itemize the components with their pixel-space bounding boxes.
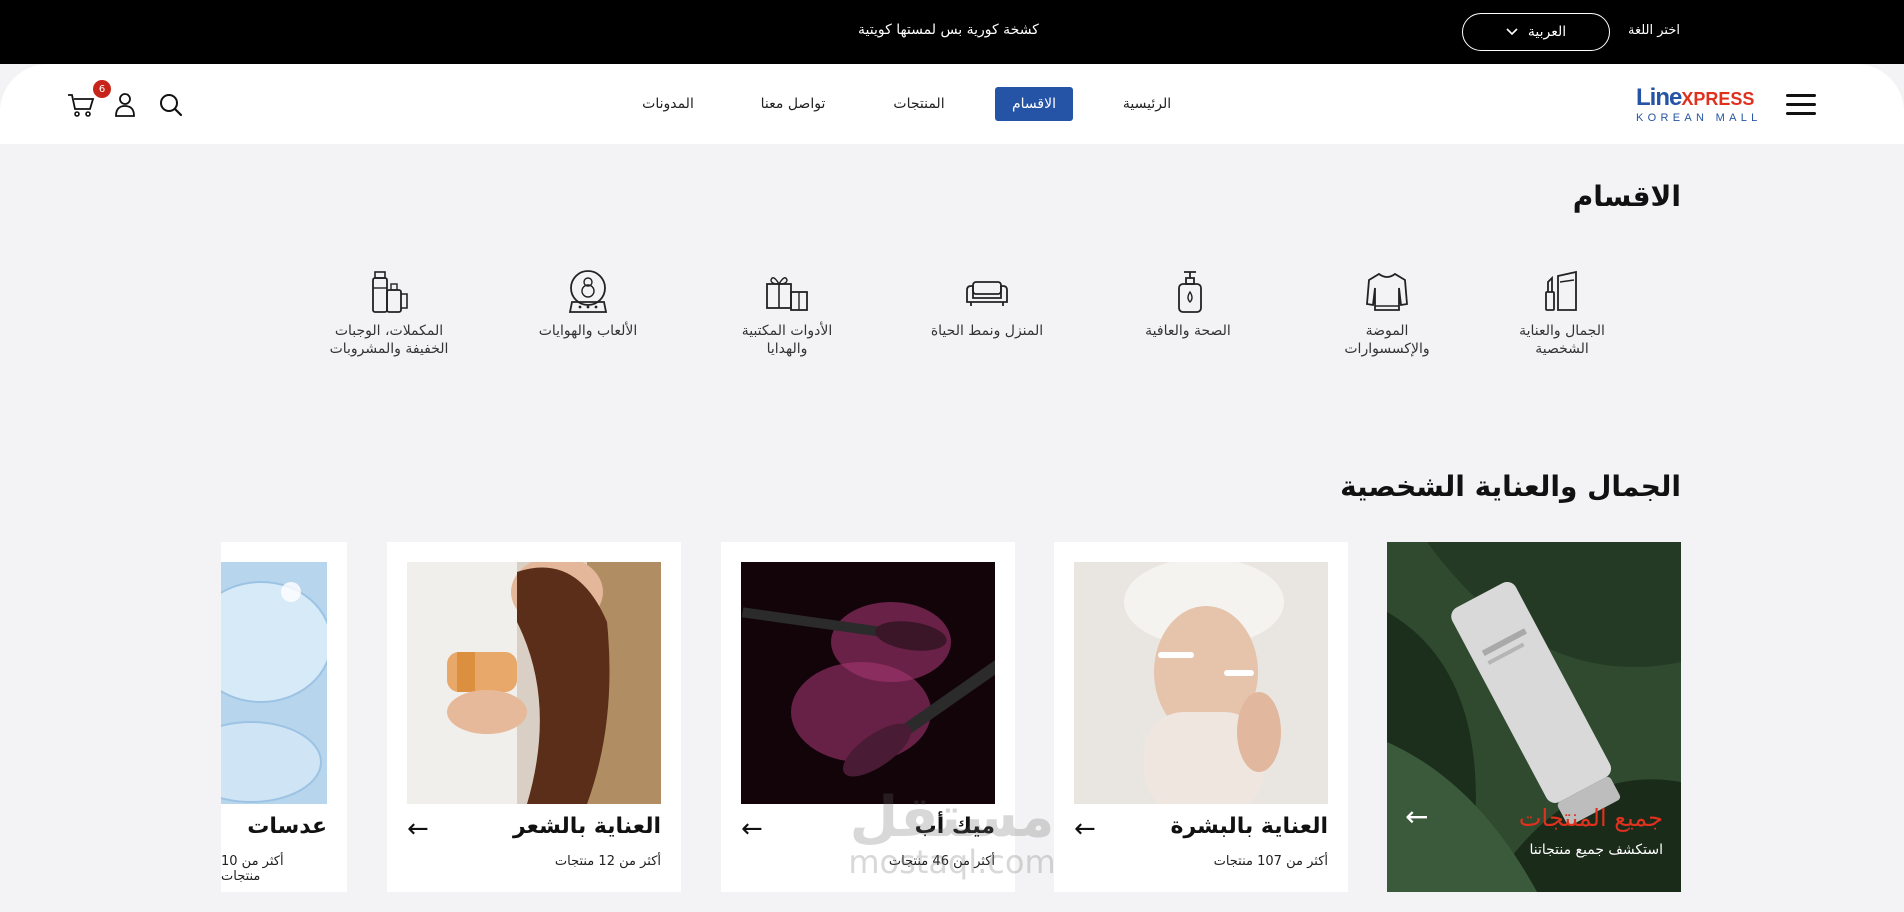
card-count: أكثر من 107 منتجات	[1213, 854, 1328, 869]
lenses-image	[221, 562, 327, 804]
supplements-icon	[372, 271, 408, 313]
category-beauty[interactable]: الجمال والعناية الشخصية	[1497, 268, 1627, 358]
search-icon[interactable]	[156, 90, 186, 120]
card-title: عدسات	[247, 814, 327, 839]
subcategory-card-lenses[interactable]: عدسات أكثر من 10 منتجات	[221, 542, 347, 892]
gift-icon	[766, 277, 808, 311]
category-supplements[interactable]: المكملات، الوجبات الخفيفة والمشروبات	[324, 268, 454, 358]
chevron-down-icon	[1506, 28, 1518, 36]
card-count: أكثر من 46 منتجات	[888, 854, 995, 869]
logo-wordmark: LineXPRESS	[1636, 84, 1755, 111]
category-toys[interactable]: الألعاب والهوايات	[523, 268, 653, 340]
product-tube-image	[1387, 542, 1681, 892]
skincare-image	[1074, 562, 1328, 804]
category-health[interactable]: الصحة والعافية	[1123, 268, 1253, 340]
makeup-image	[741, 562, 995, 804]
nav-contact[interactable]: تواصل معنا	[748, 87, 838, 121]
category-label: الصحة والعافية	[1145, 323, 1231, 339]
nav-products[interactable]: المنتجات	[876, 87, 962, 121]
snow-globe-icon	[568, 270, 608, 313]
arrow-left-icon: ←	[407, 814, 429, 844]
arrow-left-icon: ←	[1074, 814, 1096, 844]
card-title: العناية بالشعر	[513, 814, 661, 839]
card-count: أكثر من 10 منتجات	[221, 854, 284, 884]
arrow-left-icon: ←	[1405, 800, 1429, 833]
cart-icon[interactable]	[66, 90, 96, 120]
language-value: العربية	[1527, 24, 1567, 40]
language-select[interactable]: العربية	[1462, 13, 1610, 51]
sweater-icon	[1366, 272, 1408, 311]
nav-home[interactable]: الرئيسية	[1108, 87, 1186, 121]
category-label: الموضة والإكسسوارات	[1344, 323, 1430, 357]
category-office[interactable]: الأدوات المكتبية والهدايا	[722, 268, 852, 358]
category-label: الألعاب والهوايات	[538, 323, 638, 339]
menu-icon[interactable]	[1786, 94, 1816, 116]
category-label: المكملات، الوجبات الخفيفة والمشروبات	[329, 323, 449, 357]
all-products-card[interactable]: ← جميع المنتجات استكشف جميع منتجاتنا	[1387, 542, 1681, 892]
subcategory-card-haircare[interactable]: ← العناية بالشعر أكثر من 12 منتجات	[387, 542, 681, 892]
main-header: المدونات تواصل معنا المنتجات الاقسام الر…	[0, 64, 1904, 144]
haircare-image	[407, 562, 661, 804]
all-products-title: جميع المنتجات	[1518, 804, 1663, 832]
nav-categories[interactable]: الاقسام	[995, 87, 1073, 121]
pump-bottle-icon	[1178, 271, 1202, 313]
subcategory-card-skincare[interactable]: ← العناية بالبشرة أكثر من 107 منتجات	[1054, 542, 1348, 892]
card-title: ميك أب	[914, 814, 995, 839]
beauty-section-title: الجمال والعناية الشخصية	[1340, 470, 1681, 503]
cart-count-badge: 6	[93, 80, 111, 98]
card-title: العناية بالبشرة	[1170, 814, 1328, 839]
all-products-subtitle: استكشف جميع منتجاتنا	[1529, 842, 1663, 858]
categories-title: الاقسام	[1572, 180, 1681, 213]
cosmetics-icon	[1545, 270, 1577, 311]
arrow-left-icon: ←	[741, 814, 763, 844]
nav-blogs[interactable]: المدونات	[628, 87, 708, 121]
logo[interactable]: LineXPRESS KOREAN MALL	[1636, 86, 1766, 126]
promo-text: كشخة كورية بس لمستها كويتية	[858, 22, 1039, 38]
logo-subtitle: KOREAN MALL	[1636, 112, 1762, 124]
category-fashion[interactable]: الموضة والإكسسوارات	[1322, 268, 1452, 358]
card-count: أكثر من 12 منتجات	[554, 854, 661, 869]
user-icon[interactable]	[110, 90, 140, 120]
sofa-icon	[966, 281, 1008, 306]
subcategory-card-makeup[interactable]: ← ميك أب أكثر من 46 منتجات	[721, 542, 1015, 892]
category-home[interactable]: المنزل ونمط الحياة	[922, 268, 1052, 340]
category-label: الجمال والعناية الشخصية	[1519, 323, 1605, 357]
category-label: الأدوات المكتبية والهدايا	[741, 323, 833, 357]
top-bar: كشخة كورية بس لمستها كويتية العربية اختر…	[0, 0, 1904, 64]
language-label: اختر اللغة	[1628, 23, 1680, 38]
category-label: المنزل ونمط الحياة	[930, 323, 1044, 339]
